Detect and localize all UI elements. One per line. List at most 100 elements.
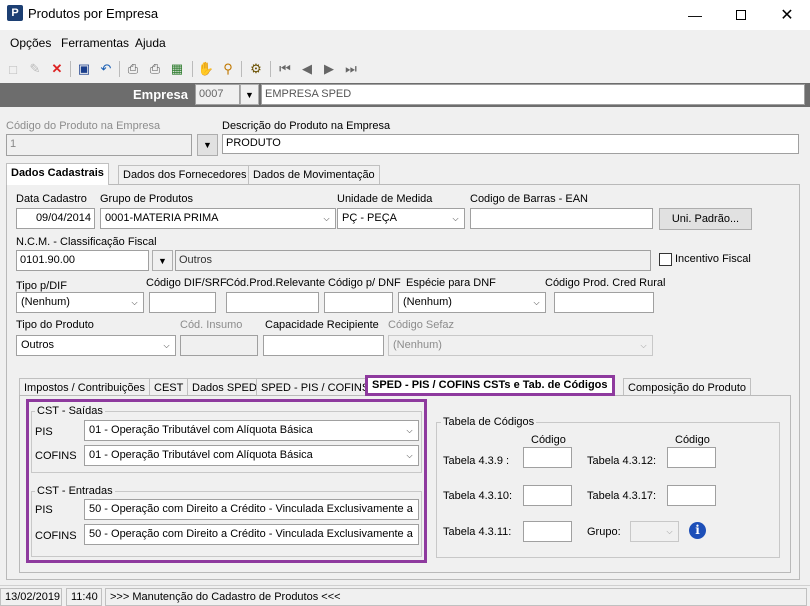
codigo-dropdown-button[interactable]: ▼ (197, 134, 218, 156)
hand-icon[interactable]: ✋ (197, 60, 215, 78)
ean-label: Codigo de Barras - EAN (470, 193, 588, 205)
edit-icon[interactable]: ✎ (26, 60, 44, 78)
tipo-dif-select[interactable]: (Nenhum) ⌵ (16, 292, 144, 313)
ncm-dropdown-button[interactable]: ▼ (152, 250, 173, 271)
cst-entradas-cofins-select[interactable]: 50 - Operação com Direito a Crédito - Vi… (84, 524, 419, 545)
toolbar-separator (119, 61, 120, 77)
chevron-down-icon: ⌵ (163, 340, 170, 350)
capacidade-recipiente-field[interactable] (263, 335, 384, 356)
app-icon: P (7, 5, 23, 21)
toolbar-separator (270, 61, 271, 77)
uni-padrao-button[interactable]: Uni. Padrão... (659, 208, 752, 230)
toolbar: □ ✎ ✕ ▣ ↶ ⎙ ⎙ ▦ ✋ ⚲ ⚙ ⏮ ◀ ▶ ⏭ (0, 57, 810, 81)
grupo-produtos-select[interactable]: 0001-MATERIA PRIMA ⌵ (100, 208, 336, 229)
ncm-descricao-field[interactable]: Outros (175, 250, 651, 271)
print-preview-icon[interactable]: ⎙ (146, 60, 164, 78)
descricao-produto-field[interactable]: PRODUTO (222, 134, 799, 154)
menu-ajuda[interactable]: Ajuda (135, 36, 166, 50)
capacidade-recipiente-label: Capacidade Recipiente (265, 319, 379, 331)
tabela-4311-label: Tabela 4.3.11: (443, 526, 512, 538)
descricao-produto-label: Descrição do Produto na Empresa (222, 120, 391, 132)
cst-saidas-title: CST - Saídas (35, 405, 105, 417)
delete-icon[interactable]: ✕ (48, 60, 66, 78)
codigo-dnf-field[interactable] (324, 292, 393, 313)
maximize-button[interactable] (718, 0, 764, 30)
minimize-button[interactable]: — (672, 0, 718, 30)
tipo-dif-label: Tipo p/DIF (16, 280, 67, 292)
tab-dados-cadastrais[interactable]: Dados Cadastrais (6, 163, 109, 185)
cst-saidas-cofins-select[interactable]: 01 - Operação Tributável com Alíquota Bá… (84, 445, 419, 466)
cred-rural-field[interactable] (554, 292, 654, 313)
tabela-codigos-title: Tabela de Códigos (441, 416, 537, 428)
tabela-439-field[interactable] (523, 447, 572, 468)
tabela-4317-label: Tabela 4.3.17: (587, 490, 657, 502)
codigo-dif-field[interactable] (149, 292, 216, 313)
tab-composicao-produto[interactable]: Composição do Produto (623, 378, 752, 396)
ncm-field[interactable]: 0101.90.00 (16, 250, 149, 271)
empresa-code-field[interactable]: 0007 (195, 84, 240, 105)
menu-opcoes[interactable]: Opções (10, 36, 51, 50)
codigo-produto-label: Código do Produto na Empresa (6, 120, 161, 132)
tab-sped-csts-codigos[interactable]: SPED - PIS / COFINS CSTs e Tab. de Códig… (365, 375, 615, 396)
status-date: 13/02/2019 (0, 588, 62, 606)
grupo-produtos-label: Grupo de Produtos (100, 193, 193, 205)
grupo-select[interactable]: ⌵ (630, 521, 679, 542)
cod-insumo-field[interactable] (180, 335, 258, 356)
undo-icon[interactable]: ↶ (97, 60, 115, 78)
info-icon[interactable]: i (689, 522, 706, 539)
chevron-down-icon: ⌵ (452, 213, 459, 223)
cred-rural-label: Código Prod. Cred Rural (545, 277, 666, 289)
unidade-medida-select[interactable]: PÇ - PEÇA ⌵ (337, 208, 465, 229)
tipo-produto-value: Outros (21, 339, 55, 351)
cod-relevante-field[interactable] (226, 292, 319, 313)
save-icon[interactable]: ▣ (75, 60, 93, 78)
status-time: 11:40 (66, 588, 102, 606)
first-record-icon[interactable]: ⏮ (276, 60, 294, 78)
menu-ferramentas[interactable]: Ferramentas (61, 36, 129, 50)
ean-field[interactable] (470, 208, 653, 229)
search-icon[interactable]: ⚲ (219, 60, 237, 78)
tipo-produto-select[interactable]: Outros ⌵ (16, 335, 176, 356)
next-record-icon[interactable]: ▶ (320, 60, 338, 78)
tab-cest[interactable]: CEST (149, 378, 189, 396)
tab-dados-sped[interactable]: Dados SPED (187, 378, 262, 396)
especie-dnf-label: Espécie para DNF (406, 277, 496, 289)
codigo-sefaz-select[interactable]: (Nenhum) ⌵ (388, 335, 653, 356)
close-window-button[interactable]: ✕ (764, 0, 810, 30)
chevron-down-icon: ⌵ (323, 213, 330, 223)
chevron-down-icon: ⌵ (406, 529, 413, 539)
tabela-4312-field[interactable] (667, 447, 716, 468)
tabela-4311-field[interactable] (523, 521, 572, 542)
codigo-produto-field[interactable]: 1 (6, 134, 192, 156)
new-icon[interactable]: □ (4, 60, 22, 78)
cst-saidas-pis-label: PIS (35, 426, 53, 438)
tab-impostos[interactable]: Impostos / Contribuições (19, 378, 151, 396)
data-cadastro-field[interactable]: 09/04/2014 (16, 208, 95, 229)
tab-dados-movimentacao[interactable]: Dados de Movimentação (248, 165, 380, 184)
cst-entradas-title: CST - Entradas (35, 485, 115, 497)
tabela-4310-label: Tabela 4.3.10: (443, 490, 513, 502)
cst-entradas-cofins-value: 50 - Operação com Direito a Crédito - Vi… (89, 528, 413, 540)
tipo-dif-value: (Nenhum) (21, 296, 70, 308)
tabela-4317-field[interactable] (667, 485, 716, 506)
tab-sped-pis-cofins[interactable]: SPED - PIS / COFINS (256, 378, 375, 396)
especie-dnf-select[interactable]: (Nenhum) ⌵ (398, 292, 546, 313)
codigo-sefaz-label: Código Sefaz (388, 319, 455, 331)
config-icon[interactable]: ⚙ (247, 60, 265, 78)
status-message: >>> Manutenção do Cadastro de Produtos <… (105, 588, 807, 606)
tabela-439-label: Tabela 4.3.9 : (443, 455, 510, 467)
cst-entradas-pis-select[interactable]: 50 - Operação com Direito a Crédito - Vi… (84, 499, 419, 520)
empresa-label: Empresa (133, 87, 188, 102)
tab-dados-fornecedores[interactable]: Dados dos Fornecedores (118, 165, 252, 184)
especie-dnf-value: (Nenhum) (403, 296, 452, 308)
empresa-dropdown-button[interactable]: ▼ (240, 84, 259, 105)
last-record-icon[interactable]: ⏭ (342, 60, 360, 78)
tabela-4310-field[interactable] (523, 485, 572, 506)
empresa-name-field[interactable]: EMPRESA SPED (261, 84, 805, 105)
chevron-down-icon: ⌵ (666, 526, 673, 536)
previous-record-icon[interactable]: ◀ (298, 60, 316, 78)
export-icon[interactable]: ▦ (168, 60, 186, 78)
print-icon[interactable]: ⎙ (124, 60, 142, 78)
incentivo-fiscal-checkbox[interactable] (659, 253, 672, 266)
cst-saidas-pis-select[interactable]: 01 - Operação Tributável com Alíquota Bá… (84, 420, 419, 441)
